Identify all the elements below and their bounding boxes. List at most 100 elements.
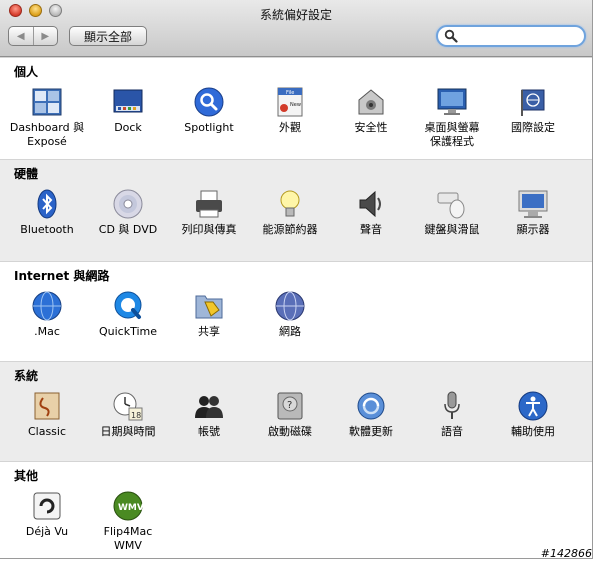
accounts-icon <box>195 396 223 418</box>
pref-pane-classic[interactable]: Classic <box>5 390 89 439</box>
pref-pane-label: 國際設定 <box>511 121 555 134</box>
pref-pane-label: Flip4Mac WMV <box>103 525 153 552</box>
speech-icon <box>444 391 460 419</box>
section-title: 系統 <box>14 369 39 383</box>
show-all-button[interactable]: 顯示全部 <box>69 26 147 46</box>
svg-text:WMV: WMV <box>118 503 144 513</box>
pref-pane-label: 共享 <box>198 325 220 338</box>
section-4: 其他 Déjà Vu WMV Flip4Mac WMV <box>0 461 592 558</box>
pref-pane-speech[interactable]: 語音 <box>410 390 494 439</box>
printer-icon <box>196 190 222 218</box>
sound-icon <box>359 190 381 218</box>
pref-pane-label: 聲音 <box>360 223 382 236</box>
title-bar: 系統偏好設定 ◀ ▶ 顯示全部 <box>0 0 592 57</box>
section-title: 硬體 <box>14 167 39 181</box>
pref-pane-label: .Mac <box>34 325 60 338</box>
pref-pane-international[interactable]: 國際設定 <box>491 86 575 135</box>
pref-pane-label: CD 與 DVD <box>98 223 158 236</box>
section-title: 其他 <box>14 469 39 483</box>
svg-text:?: ? <box>287 400 292 411</box>
pref-pane-deja-vu[interactable]: Déjà Vu <box>5 490 89 539</box>
pref-pane-label: 帳號 <box>198 425 220 438</box>
pref-pane-spotlight[interactable]: Spotlight <box>167 86 251 135</box>
dock-icon <box>113 89 143 113</box>
pref-pane-label: Dock <box>114 121 142 134</box>
pref-pane-flip4mac[interactable]: WMV Flip4Mac WMV <box>86 490 170 553</box>
security-icon <box>358 89 384 115</box>
pref-pane-bluetooth[interactable]: Bluetooth <box>5 188 89 237</box>
pref-pane-label: QuickTime <box>98 325 158 338</box>
pref-pane-printer[interactable]: 列印與傳真 <box>167 188 251 237</box>
pref-pane-sharing[interactable]: 共享 <box>167 290 251 339</box>
sharing-icon <box>195 295 223 319</box>
svg-text:18: 18 <box>131 411 141 420</box>
pref-pane-energy-saver[interactable]: 能源節約器 <box>248 188 332 237</box>
quicktime-icon <box>114 291 142 319</box>
system-preferences-window: 系統偏好設定 ◀ ▶ 顯示全部 個人 Dashboard 與 Exposé Dock… <box>0 0 593 559</box>
bluetooth-icon <box>37 189 57 219</box>
section-3: 系統 Classic 18 日期與時間 帳號? 啟動磁碟 軟體更新 語音 輔助使用 <box>0 361 592 461</box>
pref-pane-dotmac[interactable]: .Mac <box>5 290 89 339</box>
back-arrow-icon: ◀ <box>16 30 25 42</box>
svg-text:File: File <box>286 90 294 96</box>
pref-pane-label: 能源節約器 <box>262 223 318 236</box>
software-update-icon <box>357 392 385 420</box>
keyboard-mouse-icon <box>437 192 465 219</box>
section-title: Internet 與網路 <box>14 269 110 283</box>
back-forward-control: ◀ ▶ <box>8 26 58 46</box>
network-icon <box>275 291 305 321</box>
international-icon <box>521 89 545 116</box>
section-2: Internet 與網路 .Mac QuickTime 共享 網路 <box>0 261 592 361</box>
pref-pane-software-update[interactable]: 軟體更新 <box>329 390 413 439</box>
pref-pane-label: 桌面與螢幕 保護程式 <box>424 121 480 148</box>
spotlight-icon <box>194 87 224 117</box>
pref-pane-security[interactable]: 安全性 <box>329 86 413 135</box>
date-time-icon: 18 <box>113 392 143 421</box>
back-button[interactable]: ◀ <box>9 27 33 45</box>
search-icon <box>444 29 458 43</box>
pref-pane-label: 日期與時間 <box>100 425 156 438</box>
window-title: 系統偏好設定 <box>259 8 332 22</box>
pref-pane-label: 安全性 <box>354 121 388 134</box>
search-input[interactable] <box>460 28 582 46</box>
pref-pane-sound[interactable]: 聲音 <box>329 188 413 237</box>
forward-button[interactable]: ▶ <box>32 27 58 45</box>
pref-pane-label: 鍵盤與滑鼠 <box>424 223 480 236</box>
cd-dvd-icon <box>113 189 143 219</box>
pref-pane-accounts[interactable]: 帳號 <box>167 390 251 439</box>
pref-pane-keyboard-mouse[interactable]: 鍵盤與滑鼠 <box>410 188 494 237</box>
displays-icon <box>518 190 548 218</box>
pref-pane-startup-disk[interactable]: ? 啟動磁碟 <box>248 390 332 439</box>
pref-pane-dock[interactable]: Dock <box>86 86 170 135</box>
classic-icon <box>34 392 60 420</box>
dashboard-expose-icon <box>32 88 62 116</box>
pref-pane-label: Bluetooth <box>20 223 74 236</box>
universal-access-icon <box>518 391 548 421</box>
pref-pane-label: 語音 <box>441 425 463 438</box>
section-title: 個人 <box>14 65 39 79</box>
pref-pane-quicktime[interactable]: QuickTime <box>86 290 170 339</box>
flip4mac-icon: WMV <box>113 491 144 521</box>
pref-pane-appearance[interactable]: File New 外觀 <box>248 86 332 135</box>
pref-pane-label: Déjà Vu <box>25 525 69 538</box>
pref-pane-label: 外觀 <box>279 121 301 134</box>
pref-pane-label: 列印與傳真 <box>181 223 237 236</box>
pref-pane-label: 啟動磁碟 <box>268 425 312 438</box>
pref-pane-cd-dvd[interactable]: CD 與 DVD <box>86 188 170 237</box>
pref-pane-desktop-screensaver[interactable]: 桌面與螢幕 保護程式 <box>410 86 494 149</box>
pref-pane-label: Classic <box>27 425 67 438</box>
pref-pane-label: Dashboard 與 Exposé <box>9 121 85 148</box>
pref-pane-label: 軟體更新 <box>349 425 393 438</box>
pref-pane-displays[interactable]: 顯示器 <box>491 188 575 237</box>
desktop-screensaver-icon <box>437 88 467 115</box>
pref-pane-dashboard-expose[interactable]: Dashboard 與 Exposé <box>5 86 89 149</box>
pref-pane-network[interactable]: 網路 <box>248 290 332 339</box>
pref-pane-label: 顯示器 <box>516 223 550 236</box>
dotmac-icon <box>32 291 62 321</box>
forward-arrow-icon: ▶ <box>41 30 50 42</box>
deja-vu-icon <box>33 492 61 520</box>
energy-saver-icon <box>280 190 300 217</box>
pref-pane-label: 輔助使用 <box>511 425 555 438</box>
pref-pane-date-time[interactable]: 18 日期與時間 <box>86 390 170 439</box>
pref-pane-universal-access[interactable]: 輔助使用 <box>491 390 575 439</box>
